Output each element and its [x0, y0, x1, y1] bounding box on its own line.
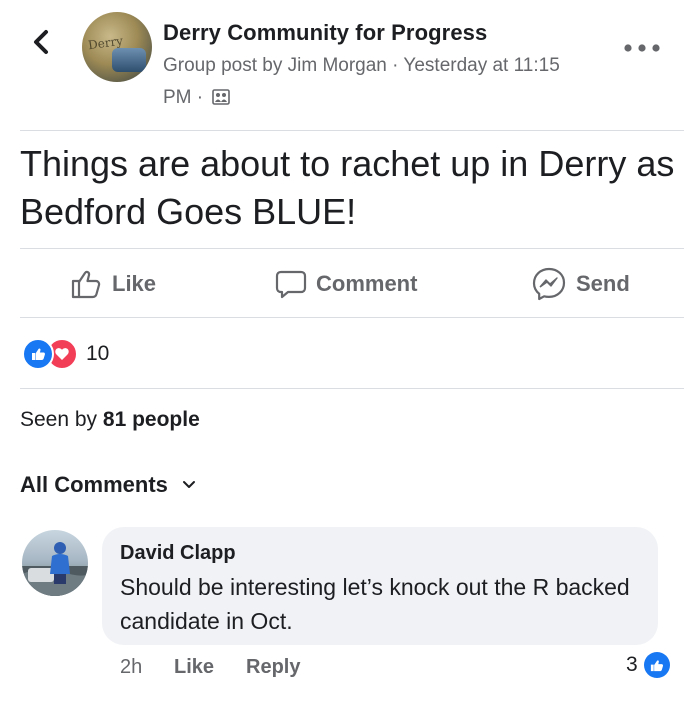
back-button[interactable] [24, 24, 58, 58]
seen-by-prefix: Seen by [20, 408, 103, 431]
seen-by[interactable]: Seen by 81 people [20, 408, 200, 432]
chevron-down-icon [182, 481, 195, 488]
comment-like-button[interactable]: Like [174, 656, 214, 679]
comment-author[interactable]: David Clapp [120, 542, 236, 565]
commenter-photo [22, 542, 88, 596]
comments-filter-label: All Comments [20, 472, 168, 497]
comment-text: Should be interesting let’s knock out th… [120, 574, 630, 634]
header-divider [20, 130, 684, 131]
comment-like-reaction-icon [643, 652, 670, 678]
like-label: Like [112, 271, 157, 296]
reaction-count: 10 [86, 342, 110, 365]
back-chevron-icon [34, 30, 48, 54]
comment-reactions[interactable]: 3 [626, 652, 670, 678]
avatar-inset-photo [112, 48, 146, 72]
comment-time: 2h [120, 656, 143, 678]
send-button[interactable]: Send [530, 264, 630, 304]
comments-filter-dropdown[interactable]: All Comments [20, 472, 196, 498]
send-label: Send [576, 271, 630, 296]
messenger-icon [532, 267, 566, 301]
post-meta: Group post by Jim Morgan · Yesterday at … [163, 50, 583, 114]
post-text: Things are about to rachet up in Derry a… [20, 143, 675, 232]
seen-by-count: 81 people [102, 408, 200, 431]
comment-button[interactable]: Comment [274, 264, 417, 304]
like-reaction-icon [22, 338, 54, 370]
post-divider [20, 248, 684, 249]
comment-bubble-icon [275, 270, 307, 299]
like-button[interactable]: Like [70, 264, 156, 304]
group-avatar[interactable]: Derry [82, 12, 152, 82]
thumbs-up-icon [71, 270, 101, 299]
more-options-button[interactable] [620, 38, 664, 58]
more-dots-icon [624, 44, 660, 52]
comment-label: Comment [316, 271, 418, 296]
actions-divider [20, 317, 684, 318]
reactions-divider [20, 388, 684, 389]
reactions-summary[interactable]: 10 [22, 338, 109, 370]
group-privacy-icon [212, 85, 231, 105]
group-name[interactable]: Derry Community for Progress [163, 20, 487, 46]
commenter-avatar[interactable] [22, 530, 88, 596]
comment-reaction-count: 3 [626, 653, 638, 676]
comment-reply-button[interactable]: Reply [246, 656, 300, 679]
